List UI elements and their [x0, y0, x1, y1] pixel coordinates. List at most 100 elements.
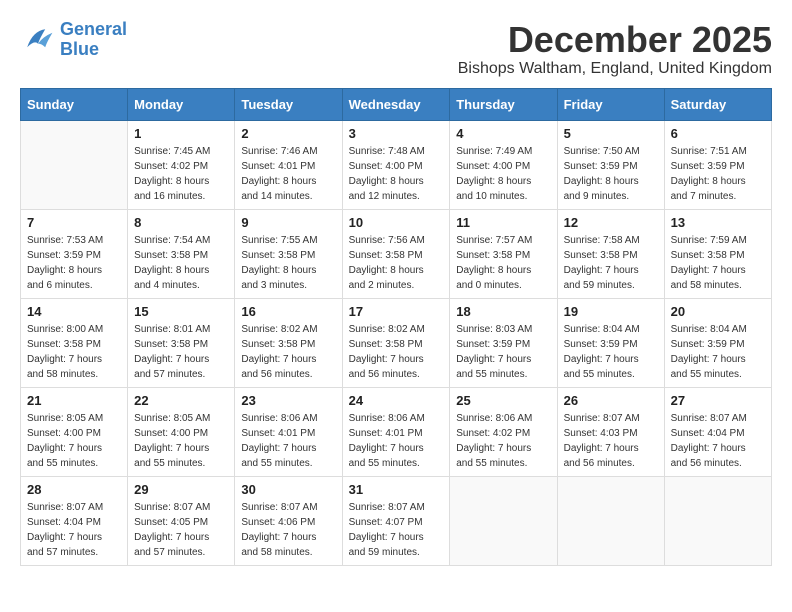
- day-number: 13: [671, 215, 765, 230]
- day-info: Sunrise: 8:00 AM Sunset: 3:58 PM Dayligh…: [27, 322, 121, 382]
- calendar-cell: 17Sunrise: 8:02 AM Sunset: 3:58 PM Dayli…: [342, 298, 450, 387]
- day-number: 22: [134, 393, 228, 408]
- calendar-cell: [450, 476, 557, 565]
- calendar-week-row: 1Sunrise: 7:45 AM Sunset: 4:02 PM Daylig…: [21, 120, 772, 209]
- day-info: Sunrise: 8:06 AM Sunset: 4:01 PM Dayligh…: [349, 411, 444, 471]
- day-info: Sunrise: 7:45 AM Sunset: 4:02 PM Dayligh…: [134, 144, 228, 204]
- day-number: 5: [564, 126, 658, 141]
- day-number: 4: [456, 126, 550, 141]
- month-title: December 2025: [458, 20, 772, 60]
- calendar-cell: 3 Sunrise: 7:48 AM Sunset: 4:00 PM Daylig…: [342, 120, 450, 209]
- calendar-cell: 22 Sunrise: 8:05 AM Sunset: 4:00 PM Dayli…: [128, 387, 235, 476]
- calendar-cell: [21, 120, 128, 209]
- column-header-sunday: Sunday: [21, 88, 128, 120]
- calendar-header-row: SundayMondayTuesdayWednesdayThursdayFrid…: [21, 88, 772, 120]
- day-info: Sunrise: 7:58 AM Sunset: 3:58 PM Dayligh…: [564, 233, 658, 293]
- day-number: 11: [456, 215, 550, 230]
- day-number: 12: [564, 215, 658, 230]
- calendar-cell: 12 Sunrise: 7:58 AM Sunset: 3:58 PM Dayli…: [557, 209, 664, 298]
- day-number: 9: [241, 215, 335, 230]
- day-info: Sunrise: 8:05 AM Sunset: 4:00 PM Dayligh…: [27, 411, 121, 471]
- day-number: 20: [671, 304, 765, 319]
- day-info: Sunrise: 8:07 AM Sunset: 4:05 PM Dayligh…: [134, 500, 228, 560]
- day-info: Sunrise: 8:06 AM Sunset: 4:01 PM Dayligh…: [241, 411, 335, 471]
- calendar-cell: 6Sunrise: 7:51 AM Sunset: 3:59 PM Daylig…: [664, 120, 771, 209]
- calendar-cell: 8Sunrise: 7:54 AM Sunset: 3:58 PM Daylig…: [128, 209, 235, 298]
- day-info: Sunrise: 8:04 AM Sunset: 3:59 PM Dayligh…: [564, 322, 658, 382]
- day-info: Sunrise: 8:07 AM Sunset: 4:07 PM Dayligh…: [349, 500, 444, 560]
- logo-icon: [20, 22, 56, 58]
- day-info: Sunrise: 8:03 AM Sunset: 3:59 PM Dayligh…: [456, 322, 550, 382]
- day-number: 31: [349, 482, 444, 497]
- day-number: 16: [241, 304, 335, 319]
- calendar-cell: 30Sunrise: 8:07 AM Sunset: 4:06 PM Dayli…: [235, 476, 342, 565]
- logo-text: General Blue: [60, 20, 127, 60]
- title-block: December 2025 Bishops Waltham, England, …: [458, 20, 772, 78]
- day-info: Sunrise: 7:48 AM Sunset: 4:00 PM Dayligh…: [349, 144, 444, 204]
- calendar-cell: 20 Sunrise: 8:04 AM Sunset: 3:59 PM Dayli…: [664, 298, 771, 387]
- calendar-cell: 24 Sunrise: 8:06 AM Sunset: 4:01 PM Dayli…: [342, 387, 450, 476]
- day-number: 6: [671, 126, 765, 141]
- day-number: 7: [27, 215, 121, 230]
- logo: General Blue: [20, 20, 127, 60]
- calendar-cell: 7 Sunrise: 7:53 AM Sunset: 3:59 PM Daylig…: [21, 209, 128, 298]
- day-number: 27: [671, 393, 765, 408]
- calendar-cell: 14 Sunrise: 8:00 AM Sunset: 3:58 PM Dayli…: [21, 298, 128, 387]
- day-info: Sunrise: 8:02 AM Sunset: 3:58 PM Dayligh…: [241, 322, 335, 382]
- calendar-cell: 4 Sunrise: 7:49 AM Sunset: 4:00 PM Daylig…: [450, 120, 557, 209]
- calendar-cell: 19 Sunrise: 8:04 AM Sunset: 3:59 PM Dayli…: [557, 298, 664, 387]
- day-number: 3: [349, 126, 444, 141]
- day-info: Sunrise: 7:56 AM Sunset: 3:58 PM Dayligh…: [349, 233, 444, 293]
- calendar-cell: 16 Sunrise: 8:02 AM Sunset: 3:58 PM Dayli…: [235, 298, 342, 387]
- calendar-cell: 28Sunrise: 8:07 AM Sunset: 4:04 PM Dayli…: [21, 476, 128, 565]
- day-info: Sunrise: 7:50 AM Sunset: 3:59 PM Dayligh…: [564, 144, 658, 204]
- day-number: 24: [349, 393, 444, 408]
- column-header-monday: Monday: [128, 88, 235, 120]
- day-number: 25: [456, 393, 550, 408]
- day-number: 21: [27, 393, 121, 408]
- column-header-tuesday: Tuesday: [235, 88, 342, 120]
- logo-line1: General: [60, 19, 127, 39]
- day-info: Sunrise: 7:49 AM Sunset: 4:00 PM Dayligh…: [456, 144, 550, 204]
- calendar-cell: 13Sunrise: 7:59 AM Sunset: 3:58 PM Dayli…: [664, 209, 771, 298]
- day-info: Sunrise: 8:05 AM Sunset: 4:00 PM Dayligh…: [134, 411, 228, 471]
- day-number: 29: [134, 482, 228, 497]
- day-info: Sunrise: 8:06 AM Sunset: 4:02 PM Dayligh…: [456, 411, 550, 471]
- day-number: 14: [27, 304, 121, 319]
- calendar-cell: 9 Sunrise: 7:55 AM Sunset: 3:58 PM Daylig…: [235, 209, 342, 298]
- day-info: Sunrise: 8:07 AM Sunset: 4:04 PM Dayligh…: [671, 411, 765, 471]
- page-header: General Blue December 2025 Bishops Walth…: [20, 20, 772, 78]
- calendar-week-row: 28Sunrise: 8:07 AM Sunset: 4:04 PM Dayli…: [21, 476, 772, 565]
- day-number: 10: [349, 215, 444, 230]
- column-header-thursday: Thursday: [450, 88, 557, 120]
- calendar-cell: 29 Sunrise: 8:07 AM Sunset: 4:05 PM Dayli…: [128, 476, 235, 565]
- day-info: Sunrise: 7:53 AM Sunset: 3:59 PM Dayligh…: [27, 233, 121, 293]
- day-info: Sunrise: 7:46 AM Sunset: 4:01 PM Dayligh…: [241, 144, 335, 204]
- calendar-cell: [664, 476, 771, 565]
- day-number: 18: [456, 304, 550, 319]
- calendar-cell: 15Sunrise: 8:01 AM Sunset: 3:58 PM Dayli…: [128, 298, 235, 387]
- calendar-cell: 27 Sunrise: 8:07 AM Sunset: 4:04 PM Dayli…: [664, 387, 771, 476]
- calendar-week-row: 14 Sunrise: 8:00 AM Sunset: 3:58 PM Dayli…: [21, 298, 772, 387]
- calendar-cell: 21 Sunrise: 8:05 AM Sunset: 4:00 PM Dayli…: [21, 387, 128, 476]
- day-info: Sunrise: 8:04 AM Sunset: 3:59 PM Dayligh…: [671, 322, 765, 382]
- location-text: Bishops Waltham, England, United Kingdom: [458, 60, 772, 78]
- day-number: 17: [349, 304, 444, 319]
- calendar-cell: [557, 476, 664, 565]
- day-info: Sunrise: 8:07 AM Sunset: 4:03 PM Dayligh…: [564, 411, 658, 471]
- day-number: 2: [241, 126, 335, 141]
- calendar-week-row: 7 Sunrise: 7:53 AM Sunset: 3:59 PM Daylig…: [21, 209, 772, 298]
- calendar-cell: 2 Sunrise: 7:46 AM Sunset: 4:01 PM Daylig…: [235, 120, 342, 209]
- calendar-cell: 18 Sunrise: 8:03 AM Sunset: 3:59 PM Dayli…: [450, 298, 557, 387]
- day-info: Sunrise: 7:57 AM Sunset: 3:58 PM Dayligh…: [456, 233, 550, 293]
- logo-line2: Blue: [60, 39, 99, 59]
- day-info: Sunrise: 7:54 AM Sunset: 3:58 PM Dayligh…: [134, 233, 228, 293]
- day-info: Sunrise: 7:55 AM Sunset: 3:58 PM Dayligh…: [241, 233, 335, 293]
- calendar-cell: 23 Sunrise: 8:06 AM Sunset: 4:01 PM Dayli…: [235, 387, 342, 476]
- calendar-cell: 5 Sunrise: 7:50 AM Sunset: 3:59 PM Daylig…: [557, 120, 664, 209]
- day-info: Sunrise: 8:01 AM Sunset: 3:58 PM Dayligh…: [134, 322, 228, 382]
- day-number: 23: [241, 393, 335, 408]
- calendar-week-row: 21 Sunrise: 8:05 AM Sunset: 4:00 PM Dayli…: [21, 387, 772, 476]
- day-number: 19: [564, 304, 658, 319]
- column-header-friday: Friday: [557, 88, 664, 120]
